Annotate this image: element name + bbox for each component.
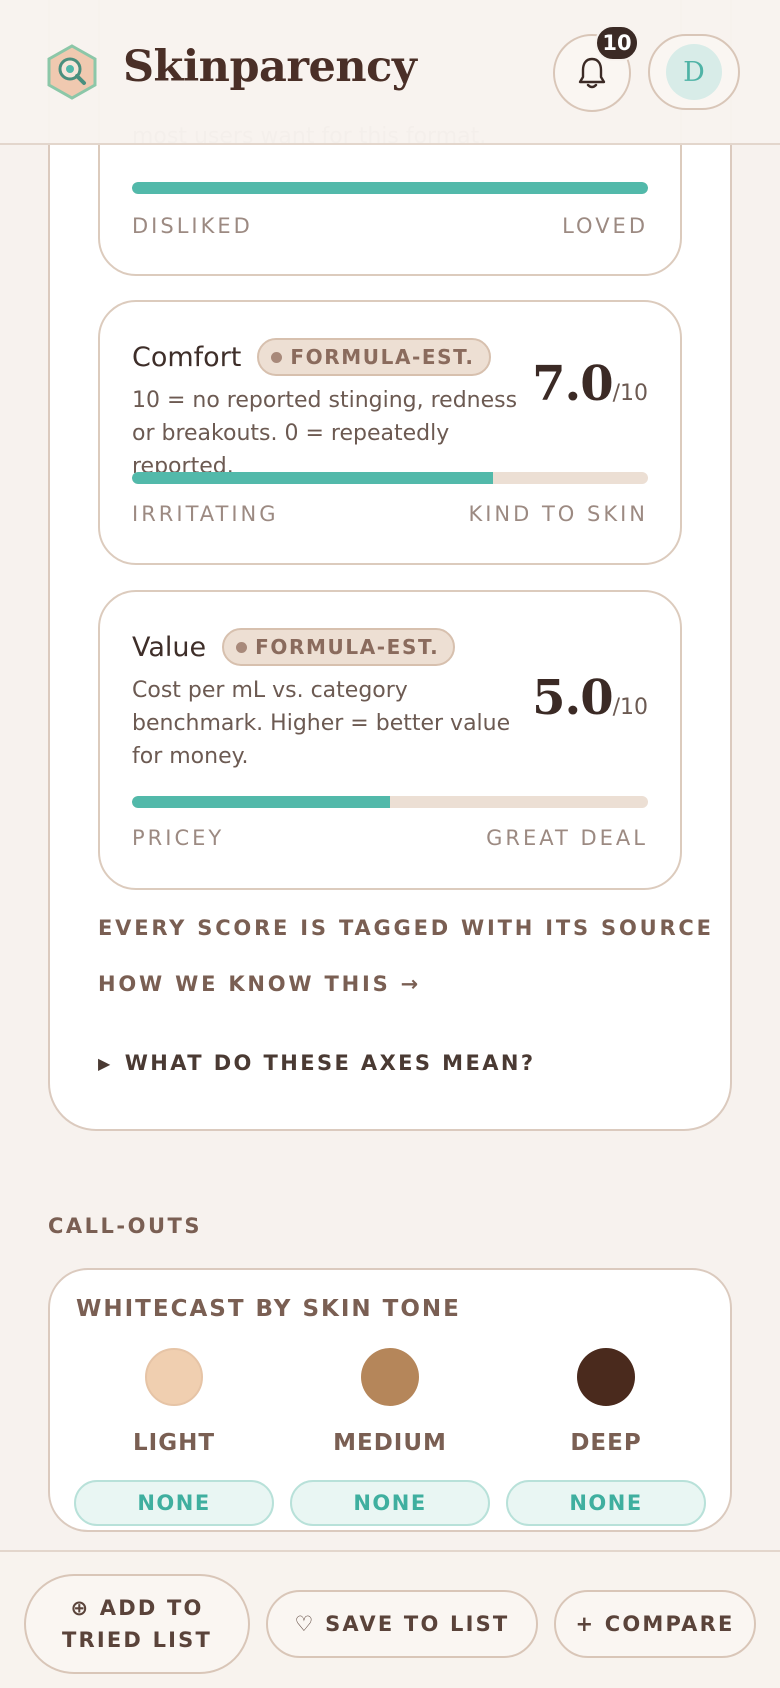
love-bar-fill (132, 182, 648, 194)
value-low-label: PRICEY (132, 826, 225, 850)
tone-medium: MEDIUM NONE (290, 1348, 490, 1526)
comfort-score-max: /10 (612, 381, 648, 406)
value-tag-label: FORMULA-EST. (255, 635, 440, 659)
product-detail-page: DISLIKED LOVED most users want for this … (0, 0, 780, 1688)
comfort-bar (132, 472, 648, 484)
save-to-list-button[interactable]: ♡ SAVE TO LIST (266, 1590, 538, 1658)
app-header: Skinparency 10 D (0, 0, 780, 145)
tone-swatch-light (145, 1348, 203, 1406)
tone-name-light: LIGHT (132, 1430, 216, 1456)
tone-result-light: NONE (74, 1480, 274, 1526)
comfort-score-value: 7.0 (532, 356, 614, 412)
comfort-bar-fill (132, 472, 494, 484)
tone-swatch-medium (361, 1348, 419, 1406)
compare-button[interactable]: + COMPARE (554, 1590, 756, 1658)
value-description: Cost per mL vs. category benchmark. High… (132, 678, 511, 769)
comfort-source-tag[interactable]: FORMULA-EST. (257, 338, 491, 376)
value-bar (132, 796, 648, 808)
whitecast-title: WHITECAST BY SKIN TONE (76, 1296, 461, 1322)
tag-dot-icon (271, 351, 283, 363)
value-high-label: GREAT DEAL (486, 826, 648, 850)
comfort-description: 10 = no reported stinging, redness or br… (132, 388, 518, 479)
comfort-title-row: Comfort FORMULA-EST. (132, 338, 491, 376)
value-source-tag[interactable]: FORMULA-EST. (222, 628, 456, 666)
value-score-max: /10 (612, 695, 648, 720)
magnifier-logo-icon[interactable] (46, 44, 98, 100)
love-bar (132, 182, 648, 194)
comfort-tag-label: FORMULA-EST. (290, 345, 475, 369)
how-we-know-link[interactable]: HOW WE KNOW THIS → (98, 972, 421, 996)
comfort-score: 7.0/10 (532, 356, 648, 412)
bottom-action-bar: ⊕ ADD TO TRIED LIST ♡ SAVE TO LIST + COM… (0, 1550, 780, 1688)
metric-card-comfort: Comfort FORMULA-EST. 10 = no reported st… (98, 300, 682, 565)
notifications-count-badge: 10 (595, 25, 639, 61)
tone-light: LIGHT NONE (74, 1348, 274, 1526)
comfort-title: Comfort (132, 341, 242, 373)
brand-name[interactable]: Skinparency (123, 42, 417, 92)
tag-dot-icon (236, 641, 248, 653)
comfort-low-label: IRRITATING (132, 502, 279, 526)
avatar: D (666, 44, 722, 100)
love-high-label: LOVED (562, 214, 648, 238)
tone-name-medium: MEDIUM (333, 1430, 447, 1456)
axes-explainer-toggle[interactable]: ▶ WHAT DO THESE AXES MEAN? (98, 1051, 535, 1075)
source-note: EVERY SCORE IS TAGGED WITH ITS SOURCE (98, 916, 714, 940)
value-title-row: Value FORMULA-EST. (132, 628, 456, 666)
value-score-value: 5.0 (532, 670, 614, 726)
comfort-high-label: KIND TO SKIN (468, 502, 648, 526)
axes-toggle-label: WHAT DO THESE AXES MEAN? (124, 1051, 536, 1075)
add-to-tried-list-button[interactable]: ⊕ ADD TO TRIED LIST (24, 1574, 250, 1674)
metric-card-value: Value FORMULA-EST. Cost per mL vs. categ… (98, 590, 682, 890)
value-title: Value (132, 631, 207, 663)
value-score: 5.0/10 (532, 670, 648, 726)
tone-deep: DEEP NONE (506, 1348, 706, 1526)
whitecast-callout: WHITECAST BY SKIN TONE LIGHT NONE MEDIUM… (48, 1268, 732, 1532)
tone-result-medium: NONE (290, 1480, 490, 1526)
tone-name-deep: DEEP (570, 1430, 642, 1456)
love-low-label: DISLIKED (132, 214, 253, 238)
callouts-heading: CALL-OUTS (48, 1214, 202, 1238)
triangle-right-icon: ▶ (98, 1053, 113, 1073)
value-bar-fill (132, 796, 390, 808)
account-button[interactable]: D (648, 34, 740, 110)
tone-swatch-deep (577, 1348, 635, 1406)
bell-icon (578, 57, 606, 89)
tone-result-deep: NONE (506, 1480, 706, 1526)
